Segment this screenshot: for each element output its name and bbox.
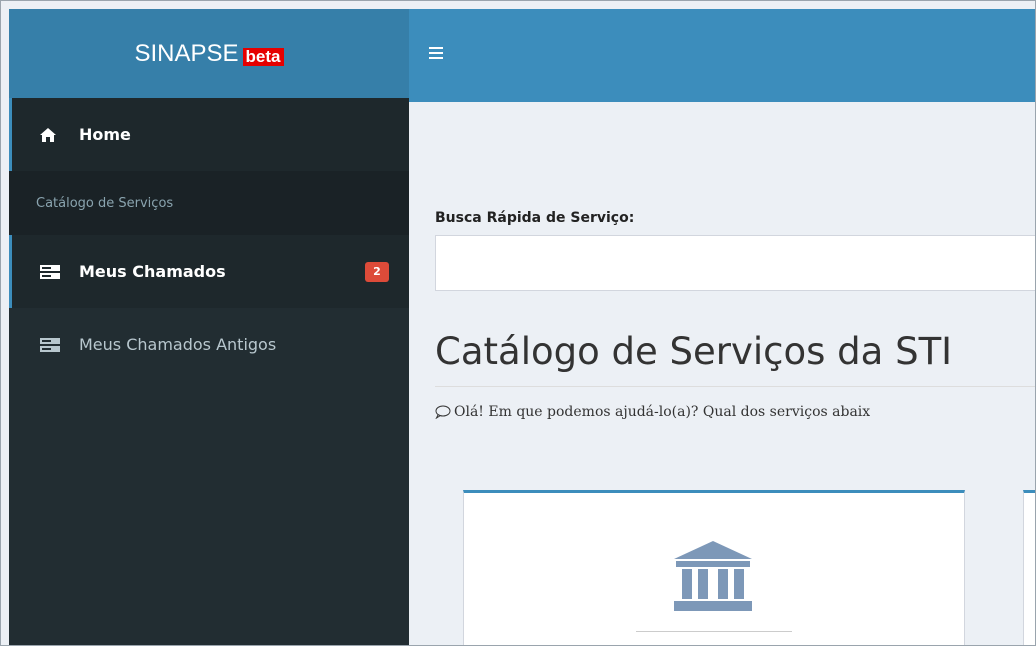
chat-bubble-icon — [435, 405, 451, 423]
search-label: Busca Rápida de Serviço: — [435, 210, 635, 226]
sidebar-section-header: Catálogo de Serviços — [9, 171, 409, 235]
top-navbar — [409, 9, 1035, 102]
main-content: Busca Rápida de Serviço: Catálogo de Ser… — [409, 102, 1035, 645]
sidebar-item-meus-chamados[interactable]: Meus Chamados 2 — [9, 235, 409, 308]
sidebar-item-label: Meus Chamados — [79, 262, 226, 281]
card-divider — [636, 631, 792, 632]
subtitle-text: Olá! Em que podemos ajudá-lo(a)? Qual do… — [454, 404, 871, 420]
page-title: Catálogo de Serviços da STI — [435, 330, 1035, 387]
sidebar-item-home[interactable]: Home — [9, 98, 409, 171]
bank-icon — [672, 539, 754, 617]
sidebar-item-label: Meus Chamados Antigos — [79, 335, 277, 354]
service-card[interactable] — [463, 490, 965, 645]
brand-name: SINAPSE — [134, 39, 239, 67]
search-input[interactable] — [435, 235, 1035, 291]
beta-badge: beta — [242, 47, 284, 66]
app-window: SINAPSE beta Home Catálogo de Serviços M… — [0, 0, 1036, 646]
hamburger-icon[interactable] — [429, 47, 443, 59]
sidebar-item-label: Home — [79, 125, 131, 144]
service-card[interactable] — [1023, 490, 1035, 645]
page-subtitle: Olá! Em que podemos ajudá-lo(a)? Qual do… — [435, 404, 870, 423]
server-icon — [39, 337, 65, 353]
home-icon — [39, 127, 65, 143]
server-icon — [39, 264, 65, 280]
sidebar-item-meus-chamados-antigos[interactable]: Meus Chamados Antigos — [9, 308, 409, 381]
sidebar: SINAPSE beta Home Catálogo de Serviços M… — [9, 9, 409, 645]
app-logo[interactable]: SINAPSE beta — [9, 9, 409, 98]
notification-badge: 2 — [365, 261, 389, 282]
